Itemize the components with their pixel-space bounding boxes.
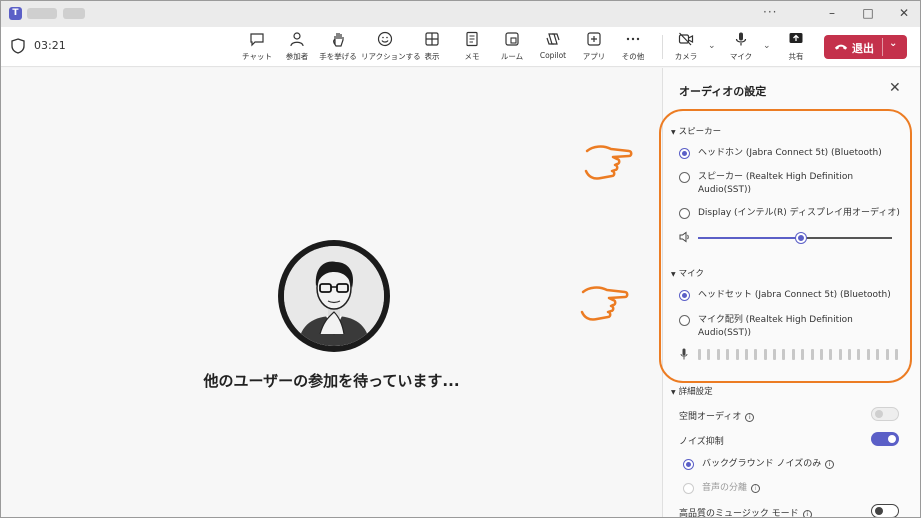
hifi-music-toggle[interactable]	[871, 504, 899, 517]
noise-suppression-toggle[interactable]	[871, 432, 899, 446]
leave-label: 退出	[852, 42, 874, 55]
camera-off-icon	[678, 32, 694, 46]
leave-divider	[882, 38, 883, 56]
waiting-message: 他のユーザーの参加を待っています...	[203, 372, 460, 390]
noise-suppression-row: ノイズ抑制	[679, 432, 899, 447]
microphone-icon	[735, 32, 747, 46]
raise-hand-icon	[332, 33, 344, 47]
reactions-button[interactable]: リアクションする	[361, 30, 421, 62]
meeting-toolbar: 03:21 チャット 参加者 手を挙げる リアクションする 表示 メモ ルーム	[1, 27, 920, 67]
meeting-stage: 他のユーザーの参加を待っています...	[1, 68, 662, 517]
collapse-triangle-icon: ▼	[671, 389, 676, 396]
info-icon[interactable]: i	[751, 484, 761, 493]
more-label: その他	[621, 52, 645, 61]
minimize-icon[interactable]: –	[814, 1, 850, 27]
background-noise-only-label: バックグラウンド ノイズのみ	[702, 459, 822, 469]
more-dots-icon[interactable]: ···	[763, 5, 777, 19]
close-window-icon[interactable]: ✕	[886, 1, 920, 27]
close-panel-icon[interactable]: ✕	[889, 80, 901, 96]
shield-icon	[11, 38, 25, 54]
info-icon[interactable]: i	[802, 510, 812, 517]
hifi-music-row: 高品質のミュージック モード i	[679, 504, 899, 518]
camera-label: カメラ	[674, 52, 698, 61]
mic-label: マイク	[729, 52, 753, 61]
blurred-title	[27, 8, 57, 19]
teams-logo-icon: T	[9, 7, 22, 20]
apps-icon	[587, 32, 601, 46]
maximize-icon[interactable]: □	[850, 1, 886, 27]
pointing-hand-icon	[580, 286, 629, 321]
leave-chevron-icon[interactable]: ⌄	[889, 38, 897, 49]
background-noise-only-option[interactable]: バックグラウンド ノイズのみ i	[683, 458, 835, 471]
radio-button[interactable]	[683, 459, 694, 470]
annotation-highlight-box	[659, 109, 912, 383]
title-bar: T ··· – □ ✕	[1, 1, 920, 27]
hifi-music-label: 高品質のミュージック モード	[679, 509, 799, 518]
grid-icon	[425, 32, 439, 46]
people-icon	[290, 32, 304, 47]
radio-button[interactable]	[683, 483, 694, 494]
advanced-section-header[interactable]: ▼ 詳細設定	[671, 385, 713, 397]
spatial-audio-label: 空間オーディオ	[679, 412, 742, 422]
mic-button[interactable]: マイク	[717, 30, 765, 62]
chat-icon	[250, 33, 264, 47]
leave-button[interactable]: 退出 ⌄	[824, 35, 907, 59]
more-icon	[626, 37, 640, 41]
pointing-hand-icon	[584, 145, 633, 180]
spatial-audio-row: 空間オーディオ i	[679, 407, 899, 422]
camera-chevron-icon[interactable]: ⌄	[708, 41, 716, 51]
share-icon	[789, 33, 803, 43]
voice-isolation-option[interactable]: 音声の分離 i	[683, 482, 761, 495]
info-icon[interactable]: i	[825, 460, 835, 469]
more-button[interactable]: その他	[609, 30, 657, 62]
teams-window: T ··· – □ ✕ 03:21 チャット 参加者 手を挙げる リアクションす…	[0, 0, 921, 518]
copilot-icon	[546, 33, 560, 45]
share-label: 共有	[788, 52, 804, 61]
share-button[interactable]: 共有	[772, 30, 820, 62]
meeting-timer: 03:21	[34, 39, 66, 52]
panel-title: オーディオの設定	[679, 85, 767, 98]
camera-button[interactable]: カメラ	[662, 30, 710, 62]
user-portrait-illustration	[284, 246, 384, 346]
mic-chevron-icon[interactable]: ⌄	[763, 41, 771, 51]
avatar	[278, 240, 390, 352]
noise-suppression-label: ノイズ抑制	[679, 437, 724, 447]
blurred-title-2	[63, 8, 85, 19]
reactions-label: リアクションする	[361, 52, 421, 61]
info-icon[interactable]: i	[745, 413, 755, 422]
spatial-audio-toggle[interactable]	[871, 407, 899, 421]
notes-icon	[466, 31, 478, 47]
rooms-icon	[505, 32, 519, 46]
raise-hand-label: 手を挙げる	[319, 52, 357, 61]
hang-up-icon	[834, 44, 848, 50]
smile-icon	[377, 31, 393, 47]
voice-isolation-label: 音声の分離	[702, 483, 748, 493]
raise-hand-button[interactable]: 手を挙げる	[314, 30, 362, 62]
